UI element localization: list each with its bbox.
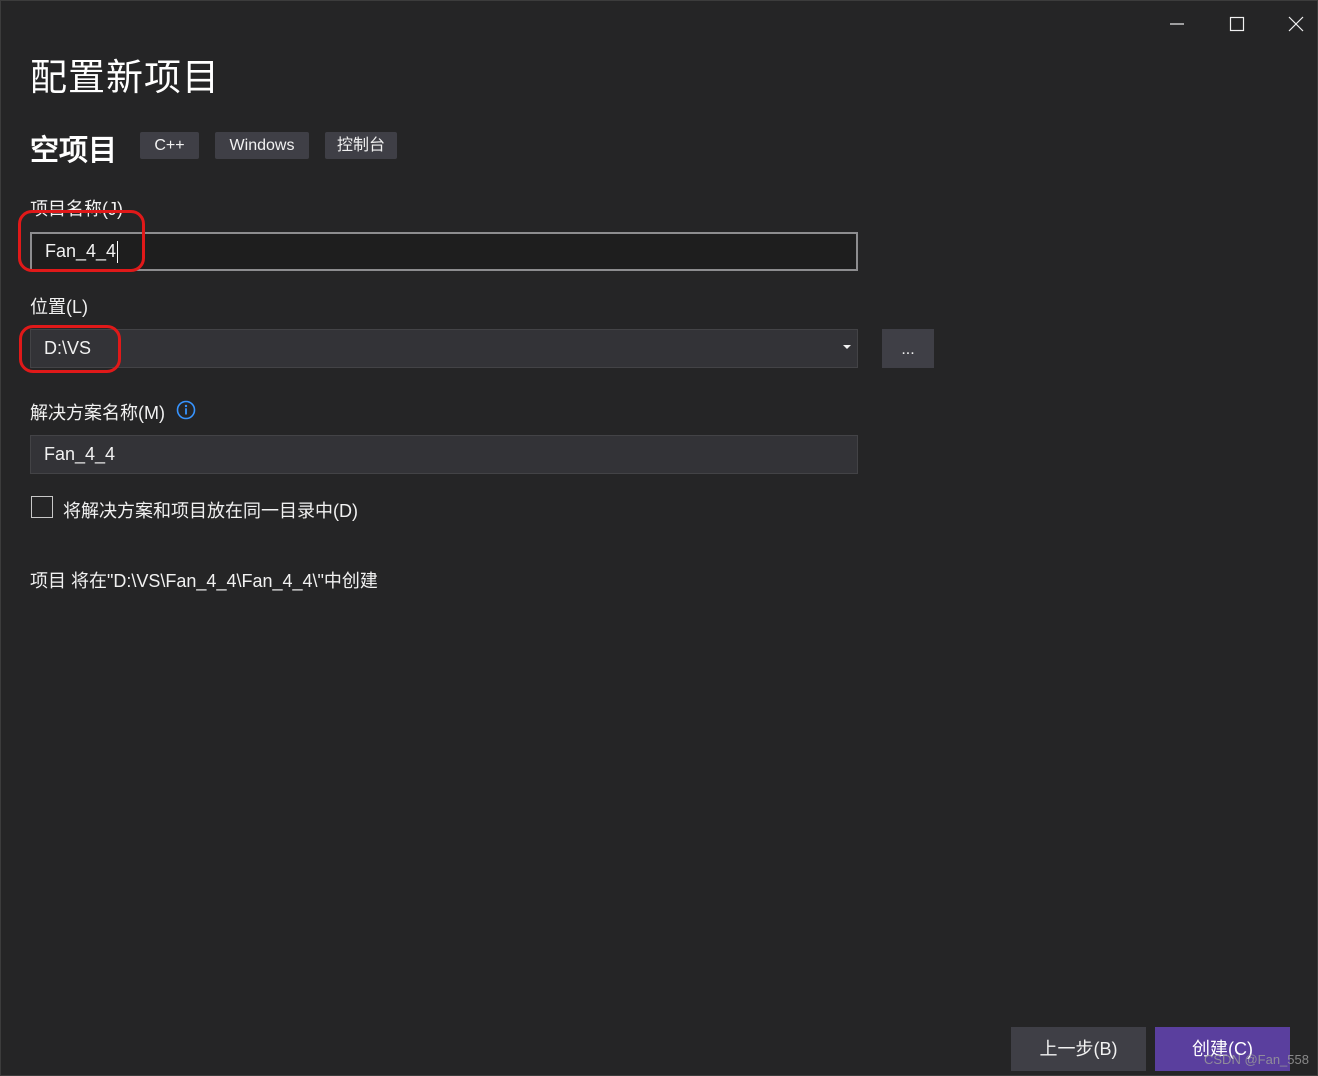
same-directory-checkbox[interactable] [31,496,53,518]
maximize-icon [1229,16,1245,32]
watermark: CSDN @Fan_558 [1204,1052,1309,1067]
maximize-button[interactable] [1214,5,1260,43]
annotation-circle-project-name [18,210,145,272]
solution-name-input[interactable]: Fan_4_4 [30,435,858,474]
back-button[interactable]: 上一步(B) [1011,1027,1146,1071]
tag-project-type: 控制台 [325,132,397,159]
minimize-icon [1170,23,1184,25]
chevron-down-icon[interactable] [843,345,851,349]
browse-button[interactable]: ... [882,329,934,368]
template-name: 空项目 [30,135,118,167]
same-directory-label[interactable]: 将解决方案和项目放在同一目录中(D) [63,497,358,523]
solution-name-label: 解决方案名称(M) [30,403,165,423]
solution-name-value: Fan_4_4 [44,444,116,464]
tag-platform: Windows [215,132,309,159]
info-icon[interactable] [175,399,197,421]
minimize-button[interactable] [1154,5,1200,43]
project-name-input[interactable]: Fan_4_4 [30,232,858,271]
creation-path-status: 项目 将在"D:\VS\Fan_4_4\Fan_4_4\"中创建 [30,571,378,591]
annotation-circle-location [19,325,121,373]
location-label: 位置(L) [30,297,88,317]
location-combobox[interactable]: D:\VS [30,329,858,368]
close-icon [1288,16,1304,32]
tag-language: C++ [140,132,199,159]
page-title: 配置新项目 [30,57,220,98]
dialog-window: 配置新项目 空项目 C++ Windows 控制台 项目名称(J) Fan_4_… [0,0,1318,1076]
close-button[interactable] [1273,5,1318,43]
